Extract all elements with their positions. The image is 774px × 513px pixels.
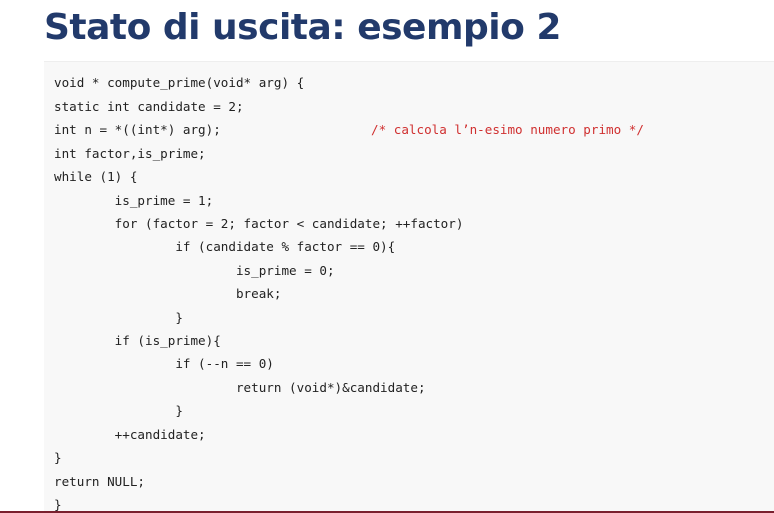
code-line-5: while (1) {: [54, 169, 138, 184]
code-comment: /* calcola l’n-esimo numero primo */: [371, 122, 644, 137]
code-line-13: if (--n == 0): [54, 356, 274, 371]
slide: Stato di uscita: esempio 2 void * comput…: [0, 0, 774, 513]
code-line-14: return (void*)&candidate;: [54, 380, 426, 395]
code-line-3: int n = *((int*) arg);: [54, 122, 221, 137]
code-line-16: ++candidate;: [54, 427, 206, 442]
code-line-19: }: [54, 497, 62, 511]
slide-title: Stato di uscita: esempio 2: [44, 7, 561, 48]
code-line-7: for (factor = 2; factor < candidate; ++f…: [54, 216, 464, 231]
code-line-6: is_prime = 1;: [54, 193, 214, 208]
code-line-17: }: [54, 450, 62, 465]
code-line-8: if (candidate % factor == 0){: [54, 239, 396, 254]
code-line-15: }: [54, 403, 183, 418]
code-line-12: if (is_prime){: [54, 333, 221, 348]
code-line-1: void * compute_prime(void* arg) {: [54, 75, 305, 90]
code-line-10: break;: [54, 286, 282, 301]
code-line-11: }: [54, 310, 183, 325]
code-line-18: return NULL;: [54, 474, 145, 489]
code-line-2: static int candidate = 2;: [54, 99, 244, 114]
code-line-9: is_prime = 0;: [54, 263, 335, 278]
left-margin: [0, 61, 44, 511]
code-line-4: int factor,is_prime;: [54, 146, 206, 161]
